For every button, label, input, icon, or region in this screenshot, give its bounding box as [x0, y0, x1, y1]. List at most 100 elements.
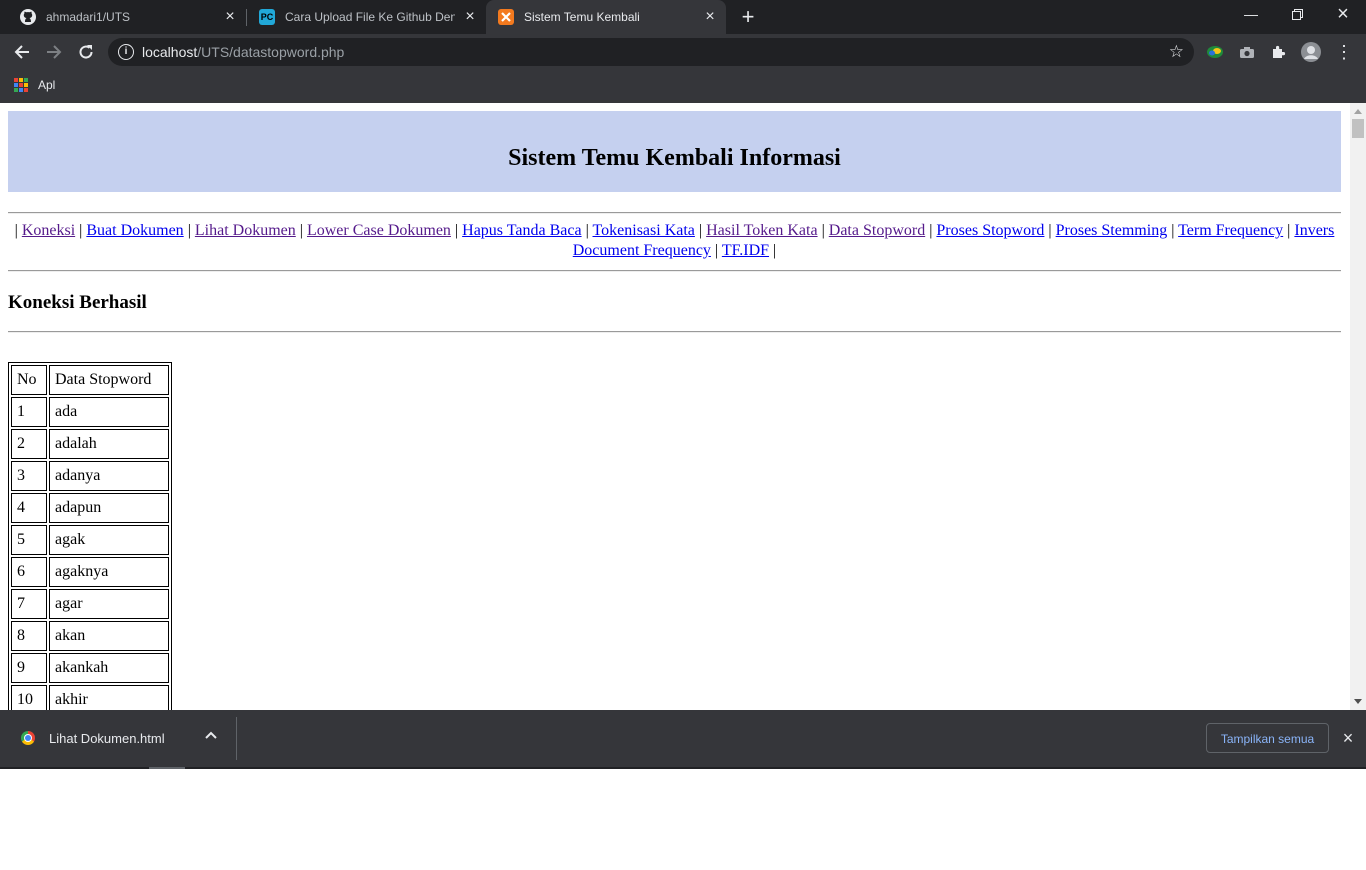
- nav-separator: |: [14, 222, 18, 239]
- close-tab-icon[interactable]: ×: [462, 9, 478, 25]
- nav-separator: |: [1171, 222, 1175, 239]
- nav-link-term-frequency[interactable]: Term Frequency: [1178, 222, 1283, 239]
- scroll-up-arrow-icon[interactable]: [1354, 109, 1362, 114]
- column-header-no: No: [11, 365, 47, 395]
- menu-kebab-icon[interactable]: ⋮: [1334, 42, 1354, 62]
- tab-title: Cara Upload File Ke Github Deng: [285, 10, 455, 24]
- nav-separator: |: [1287, 222, 1291, 239]
- chrome-file-icon: [21, 731, 35, 745]
- table-row: 8 akan: [11, 621, 169, 651]
- close-tab-icon[interactable]: ×: [222, 9, 238, 25]
- divider: [8, 212, 1341, 214]
- nav-link-hapus-tanda-baca[interactable]: Hapus Tanda Baca: [462, 222, 581, 239]
- stopword-cell: agaknya: [49, 557, 169, 587]
- close-shelf-icon[interactable]: ×: [1338, 728, 1358, 748]
- row-number: 10: [11, 685, 47, 710]
- row-number: 9: [11, 653, 47, 683]
- site-info-icon[interactable]: i: [118, 44, 134, 60]
- stopword-cell: akan: [49, 621, 169, 651]
- table-row: 9 akankah: [11, 653, 169, 683]
- nav-link-koneksi[interactable]: Koneksi: [22, 222, 75, 239]
- row-number: 3: [11, 461, 47, 491]
- nav-separator: |: [773, 242, 777, 259]
- nav-separator: |: [187, 222, 191, 239]
- bookmarks-bar: Apl: [0, 70, 1366, 103]
- chevron-up-icon[interactable]: [205, 728, 217, 742]
- nav-link-buat-dokumen[interactable]: Buat Dokumen: [86, 222, 183, 239]
- shelf-divider: [236, 717, 237, 760]
- table-row: 1 ada: [11, 397, 169, 427]
- apps-grid-icon[interactable]: [14, 78, 28, 92]
- row-number: 4: [11, 493, 47, 523]
- navigation-links: | Koneksi | Buat Dokumen | Lihat Dokumen…: [8, 221, 1341, 261]
- restore-button[interactable]: [1274, 0, 1320, 30]
- nav-separator: |: [79, 222, 83, 239]
- bookmark-star-icon[interactable]: ☆: [1169, 42, 1184, 62]
- divider: [8, 270, 1341, 272]
- xampp-icon: [498, 9, 514, 25]
- profile-avatar-icon[interactable]: [1301, 42, 1321, 62]
- minimize-button[interactable]: —: [1228, 0, 1274, 30]
- url-text: localhost/UTS/datastopword.php: [142, 44, 345, 60]
- nav-separator: |: [929, 222, 933, 239]
- extensions-puzzle-icon[interactable]: [1269, 42, 1289, 62]
- new-tab-button[interactable]: +: [737, 6, 759, 28]
- table-row: 6 agaknya: [11, 557, 169, 587]
- nav-separator: |: [714, 242, 719, 259]
- download-file-name[interactable]: Lihat Dokumen.html: [49, 731, 165, 746]
- stopword-cell: agar: [49, 589, 169, 619]
- tab-title: ahmadari1/UTS: [46, 10, 131, 24]
- tab-sistem-temu-kembali[interactable]: Sistem Temu Kembali ×: [486, 0, 726, 34]
- address-bar[interactable]: i localhost/UTS/datastopword.php ☆: [108, 38, 1194, 66]
- column-header-stopword: Data Stopword: [49, 365, 169, 395]
- scrollbar-thumb[interactable]: [1352, 119, 1364, 138]
- nav-separator: |: [299, 222, 303, 239]
- nav-link-lihat-dokumen[interactable]: Lihat Dokumen: [195, 222, 296, 239]
- tab-title: Sistem Temu Kembali: [524, 10, 640, 24]
- row-number: 8: [11, 621, 47, 651]
- stopword-table: No Data Stopword 1 ada 2 adalah 3 adanya 4 adap…: [8, 362, 172, 710]
- browser-toolbar: i localhost/UTS/datastopword.php ☆ ⋮: [0, 34, 1366, 70]
- nav-link-lower-case-dokumen[interactable]: Lower Case Dokumen: [307, 222, 451, 239]
- close-window-button[interactable]: ×: [1320, 0, 1366, 30]
- forward-button[interactable]: [42, 40, 66, 64]
- stopword-cell: adanya: [49, 461, 169, 491]
- show-all-downloads-button[interactable]: Tampilkan semua: [1206, 723, 1329, 753]
- row-number: 5: [11, 525, 47, 555]
- table-row: 5 agak: [11, 525, 169, 555]
- nav-link-tf-idf[interactable]: TF.IDF: [722, 242, 769, 259]
- table-row: 3 adanya: [11, 461, 169, 491]
- row-number: 1: [11, 397, 47, 427]
- row-number: 6: [11, 557, 47, 587]
- shelf-bottom-edge: [0, 767, 1366, 769]
- row-number: 7: [11, 589, 47, 619]
- tab-upload-guide[interactable]: PC Cara Upload File Ke Github Deng ×: [247, 0, 486, 34]
- page-scrollbar[interactable]: [1350, 103, 1366, 710]
- nav-separator: |: [454, 222, 459, 239]
- reload-button[interactable]: [74, 40, 98, 64]
- nav-link-data-stopword[interactable]: Data Stopword: [829, 222, 925, 239]
- scroll-down-arrow-icon[interactable]: [1354, 699, 1362, 704]
- download-shelf: Lihat Dokumen.html Tampilkan semua ×: [0, 710, 1366, 767]
- close-tab-icon[interactable]: ×: [702, 9, 718, 25]
- table-row: 4 adapun: [11, 493, 169, 523]
- nav-separator: |: [1048, 222, 1052, 239]
- table-row: 7 agar: [11, 589, 169, 619]
- pycharm-icon: PC: [259, 9, 275, 25]
- page-viewport: Sistem Temu Kembali Informasi | Koneksi …: [0, 103, 1350, 710]
- tab-github[interactable]: ahmadari1/UTS ×: [0, 0, 246, 34]
- nav-link-tokenisasi-kata[interactable]: Tokenisasi Kata: [593, 222, 695, 239]
- row-number: 2: [11, 429, 47, 459]
- nav-link-hasil-token-kata[interactable]: Hasil Token Kata: [706, 222, 817, 239]
- table-header-row: No Data Stopword: [11, 365, 169, 395]
- apps-bookmark-label[interactable]: Apl: [38, 78, 55, 92]
- divider: [8, 331, 1341, 333]
- table-row: 2 adalah: [11, 429, 169, 459]
- connection-status: Koneksi Berhasil: [8, 292, 147, 313]
- color-extension-icon[interactable]: [1205, 42, 1225, 62]
- camera-icon[interactable]: [1237, 42, 1257, 62]
- back-button[interactable]: [10, 40, 34, 64]
- stopword-cell: akankah: [49, 653, 169, 683]
- nav-link-proses-stemming[interactable]: Proses Stemming: [1056, 222, 1168, 239]
- nav-link-proses-stopword[interactable]: Proses Stopword: [936, 222, 1044, 239]
